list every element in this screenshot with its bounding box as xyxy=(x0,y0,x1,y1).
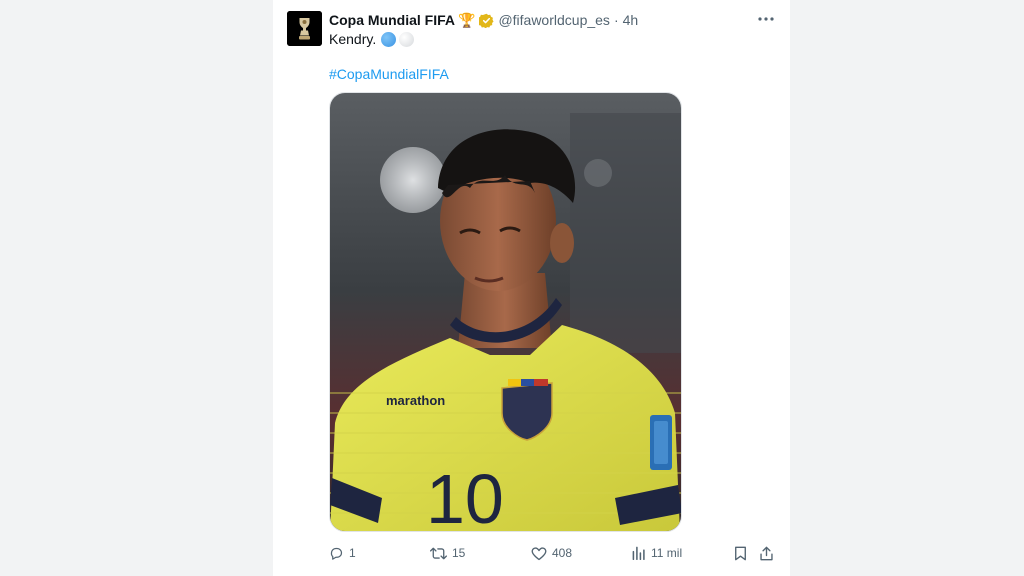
page: Copa Mundial FIFA 🏆 @fifaworldcup_es · 4… xyxy=(0,0,1024,576)
tweet-timestamp[interactable]: 4h xyxy=(623,12,639,28)
more-options-button[interactable] xyxy=(753,9,779,29)
like-button[interactable]: 408 xyxy=(531,541,572,565)
bookmark-button[interactable] xyxy=(734,541,747,565)
tweet-card: Copa Mundial FIFA 🏆 @fifaworldcup_es · 4… xyxy=(273,0,790,576)
white-ball-icon xyxy=(399,31,415,47)
world-cup-trophy-logo-icon xyxy=(287,11,322,46)
tweet-media-photo[interactable]: marathon 10 xyxy=(329,92,682,532)
trophy-emoji-icon: 🏆 xyxy=(458,11,476,28)
gold-verified-badge-icon[interactable] xyxy=(479,13,494,28)
jersey-sponsor-text: marathon xyxy=(386,393,445,408)
views-button[interactable]: 11 mil xyxy=(632,541,682,565)
retweet-count: 15 xyxy=(452,546,466,560)
author-display-name[interactable]: Copa Mundial FIFA xyxy=(329,12,455,28)
jersey-number-text: 10 xyxy=(426,460,504,532)
reply-icon xyxy=(329,546,344,561)
more-dots-icon xyxy=(758,17,774,21)
heart-icon xyxy=(531,546,547,561)
tweet-text-body: Kendry. xyxy=(329,31,377,47)
tweet-header: Copa Mundial FIFA 🏆 @fifaworldcup_es · 4… xyxy=(329,11,638,29)
header-separator: · xyxy=(613,12,619,28)
retweet-button[interactable]: 15 xyxy=(430,541,465,565)
like-count: 408 xyxy=(552,546,573,560)
reply-button[interactable]: 1 xyxy=(329,541,356,565)
retweet-icon xyxy=(430,546,447,561)
views-count: 11 mil xyxy=(651,546,683,560)
blue-ball-icon xyxy=(381,31,397,47)
share-button[interactable] xyxy=(759,541,774,565)
reply-count: 1 xyxy=(349,546,356,560)
player-photo: marathon 10 xyxy=(330,93,681,532)
avatar[interactable] xyxy=(287,11,322,46)
tweet-text: Kendry. xyxy=(329,31,415,47)
share-upload-icon xyxy=(759,546,774,561)
hashtag-link[interactable]: #CopaMundialFIFA xyxy=(329,66,449,82)
tweet-actions-bar: 1 15 408 11 mil xyxy=(273,541,790,565)
views-bar-chart-icon xyxy=(632,546,646,560)
bookmark-icon xyxy=(734,546,747,561)
author-handle[interactable]: @fifaworldcup_es xyxy=(498,12,610,28)
